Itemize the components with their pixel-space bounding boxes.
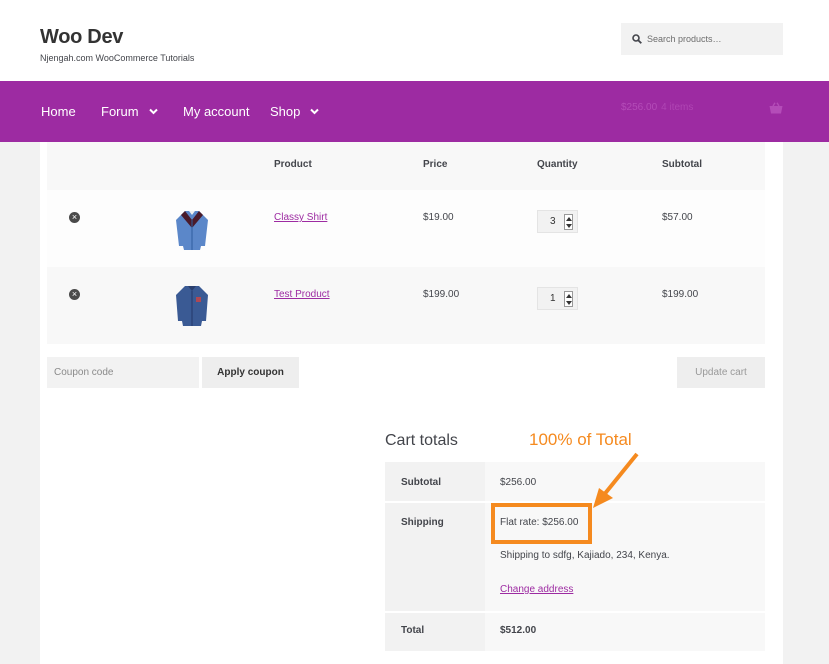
subtotal-label: Subtotal <box>401 477 441 488</box>
chevron-down-icon <box>148 108 158 115</box>
spinner-arrows-icon[interactable] <box>564 214 573 230</box>
column-header-price: Price <box>423 159 448 170</box>
cart-page-content: Product Price Quantity Subtotal × Classy… <box>40 142 783 664</box>
column-header-subtotal: Subtotal <box>662 159 702 170</box>
cart-amount: $256.00 <box>621 102 658 113</box>
product-subtotal: $57.00 <box>662 212 693 223</box>
quantity-stepper[interactable]: 1 <box>537 287 578 310</box>
update-cart-button[interactable]: Update cart <box>677 357 765 388</box>
shipping-destination: Shipping to sdfg, Kajiado, 234, Kenya. <box>500 550 670 561</box>
header-cart-link[interactable]: $256.00 4 items <box>621 102 693 113</box>
table-row: × Classy Shirt $19.00 3 $57.00 <box>47 190 765 267</box>
cart-count: 4 items <box>661 102 694 113</box>
nav-item-my-account[interactable]: My account <box>183 104 249 119</box>
search-icon <box>632 34 642 44</box>
column-header-product: Product <box>274 159 312 170</box>
site-title[interactable]: Woo Dev <box>40 26 123 49</box>
cart-table-header: Product Price Quantity Subtotal <box>47 142 765 190</box>
quantity-value: 3 <box>550 216 556 227</box>
annotation-arrow-icon <box>593 452 639 508</box>
nav-item-shop[interactable]: Shop <box>270 104 320 119</box>
column-header-quantity: Quantity <box>537 159 578 170</box>
annotation-text: 100% of Total <box>529 430 632 449</box>
product-link[interactable]: Classy Shirt <box>274 212 327 223</box>
shipping-label: Shipping <box>401 517 444 528</box>
nav-item-label: My account <box>183 104 250 119</box>
chevron-down-icon <box>310 108 320 115</box>
basket-icon[interactable] <box>769 102 783 114</box>
product-thumbnail[interactable] <box>175 208 209 252</box>
spinner-arrows-icon[interactable] <box>564 291 573 307</box>
product-thumbnail[interactable] <box>175 283 209 327</box>
product-price: $19.00 <box>423 212 454 223</box>
remove-item-icon[interactable]: × <box>69 289 80 300</box>
product-link[interactable]: Test Product <box>274 289 330 300</box>
total-label: Total <box>401 625 425 636</box>
apply-coupon-button[interactable]: Apply coupon <box>202 357 299 388</box>
quantity-value: 1 <box>550 293 556 304</box>
total-value: $512.00 <box>500 625 537 636</box>
search-box[interactable] <box>621 23 783 55</box>
nav-item-forum[interactable]: Forum <box>101 104 158 119</box>
quantity-stepper[interactable]: 3 <box>537 210 578 233</box>
remove-item-icon[interactable]: × <box>69 212 80 223</box>
nav-item-home[interactable]: Home <box>41 104 76 119</box>
primary-nav: Home Forum My account Shop $256.00 4 item… <box>0 81 829 142</box>
product-price: $199.00 <box>423 289 460 300</box>
nav-item-label: Shop <box>270 104 301 119</box>
nav-item-label: Home <box>41 104 76 119</box>
change-address-link[interactable]: Change address <box>500 584 573 595</box>
subtotal-value: $256.00 <box>500 477 537 488</box>
search-input[interactable] <box>647 23 777 55</box>
nav-item-label: Forum <box>101 104 139 119</box>
coupon-code-input[interactable] <box>47 357 199 388</box>
cart-totals-title: Cart totals <box>385 432 458 449</box>
table-row: × Test Product $199.00 1 $199.00 <box>47 267 765 344</box>
site-description: Njengah.com WooCommerce Tutorials <box>40 53 195 63</box>
site-header: Woo Dev Njengah.com WooCommerce Tutorial… <box>0 0 829 81</box>
product-subtotal: $199.00 <box>662 289 699 300</box>
